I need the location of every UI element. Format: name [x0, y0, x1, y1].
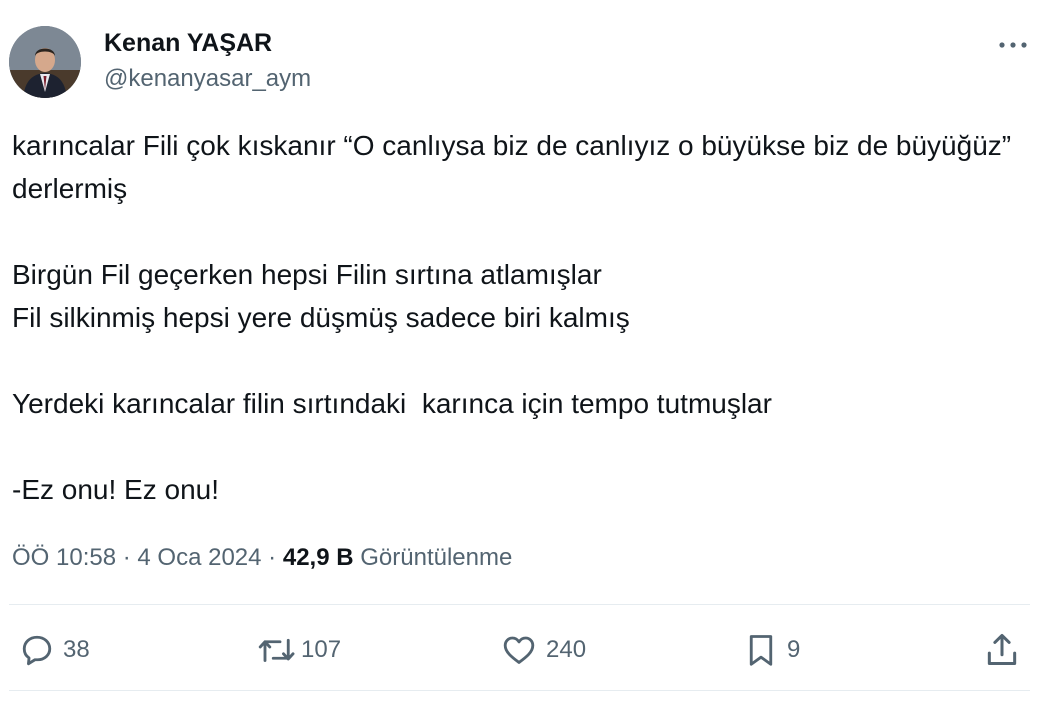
reply-button[interactable]: 38 — [19, 627, 90, 673]
repost-button[interactable]: 107 — [257, 627, 341, 673]
bookmark-icon — [749, 635, 773, 666]
views-label: Görüntülenme — [360, 544, 513, 571]
profile-photo-icon — [9, 26, 81, 98]
divider — [9, 690, 1030, 691]
heart-icon — [503, 636, 535, 664]
bookmark-count: 9 — [787, 636, 801, 663]
share-icon — [987, 633, 1017, 665]
more-options-button[interactable] — [995, 30, 1031, 60]
author-display-name[interactable]: Kenan YAŞAR — [104, 28, 272, 58]
repost-count: 107 — [301, 636, 342, 663]
views-count: 42,9 B — [282, 544, 354, 571]
tweet-time[interactable]: ÖÖ 10:58 — [12, 544, 116, 571]
like-button[interactable]: 240 — [500, 627, 586, 673]
reply-icon — [22, 635, 52, 666]
more-horizontal-icon — [999, 42, 1027, 48]
divider — [9, 604, 1030, 605]
tweet-text: karıncalar Fili çok kıskanır “O canlıysa… — [12, 130, 1012, 505]
like-count: 240 — [546, 636, 587, 663]
tweet-meta: ÖÖ 10:58 · 4 Oca 2024 · 42,9 B Görüntüle… — [12, 541, 512, 575]
author-handle[interactable]: @kenanyasar_aym — [104, 64, 311, 94]
avatar[interactable] — [9, 26, 81, 98]
reply-count: 38 — [63, 636, 90, 663]
action-bar: 38 107 240 9 — [0, 627, 1047, 673]
share-button[interactable] — [983, 627, 1021, 673]
repost-icon — [258, 638, 295, 662]
meta-separator: · — [268, 544, 277, 571]
bookmark-button[interactable]: 9 — [743, 627, 800, 673]
meta-separator: · — [122, 544, 131, 571]
tweet-date[interactable]: 4 Oca 2024 — [137, 544, 261, 571]
